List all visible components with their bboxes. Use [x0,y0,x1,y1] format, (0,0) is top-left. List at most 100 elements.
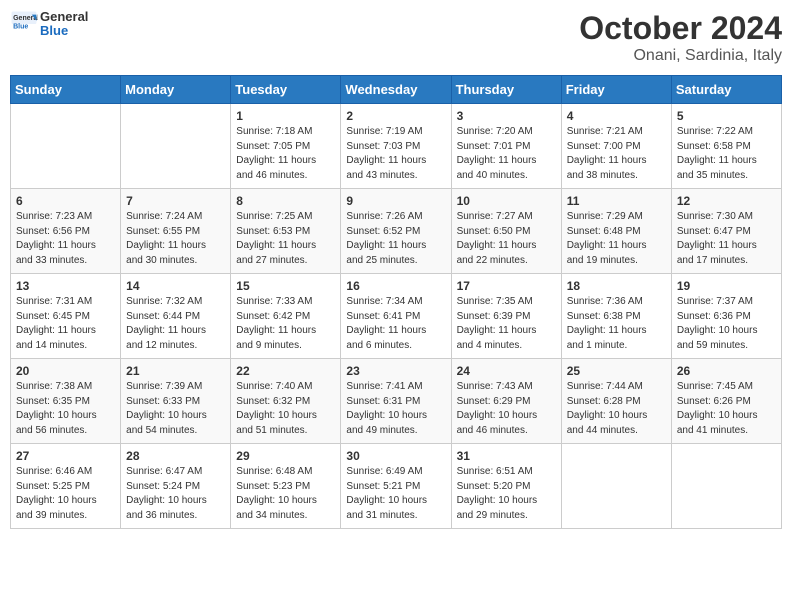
day-number: 31 [457,449,556,463]
day-info: Sunrise: 6:49 AMSunset: 5:21 PMDaylight:… [346,465,445,523]
day-info: Sunrise: 7:36 AMSunset: 6:38 PMDaylight:… [567,295,666,353]
day-number: 9 [346,194,445,208]
day-number: 19 [677,279,776,293]
day-number: 26 [677,364,776,378]
calendar-cell: 19 Sunrise: 7:37 AMSunset: 6:36 PMDayligh… [671,274,781,359]
day-info: Sunrise: 6:48 AMSunset: 5:23 PMDaylight:… [236,465,335,523]
weekday-header: Wednesday [341,76,451,104]
day-number: 24 [457,364,556,378]
day-number: 20 [16,364,115,378]
calendar-body: 1Sunrise: 7:18 AMSunset: 7:05 PMDaylight… [11,104,782,529]
day-info: Sunrise: 7:21 AMSunset: 7:00 PMDaylight:… [567,125,666,183]
day-info: Sunrise: 7:37 AMSunset: 6:36 PMDaylight:… [677,295,776,353]
weekday-header: Tuesday [231,76,341,104]
day-info: Sunrise: 7:34 AMSunset: 6:41 PMDaylight:… [346,295,445,353]
day-number: 29 [236,449,335,463]
day-number: 7 [126,194,225,208]
logo-icon: General Blue [10,10,38,38]
day-info: Sunrise: 7:31 AMSunset: 6:45 PMDaylight:… [16,295,115,353]
calendar-week-row: 13 Sunrise: 7:31 AMSunset: 6:45 PMDayligh… [11,274,782,359]
calendar-header: SundayMondayTuesdayWednesdayThursdayFrid… [11,76,782,104]
calendar-cell [671,444,781,529]
day-info: Sunrise: 7:25 AMSunset: 6:53 PMDaylight:… [236,210,335,268]
title-block: October 2024 Onani, Sardinia, Italy [579,10,782,65]
calendar-cell: 2Sunrise: 7:19 AMSunset: 7:03 PMDaylight… [341,104,451,189]
calendar-cell: 24Sunrise: 7:43 AMSunset: 6:29 PMDayligh… [451,359,561,444]
day-info: Sunrise: 7:45 AMSunset: 6:26 PMDaylight:… [677,380,776,438]
calendar-cell: 17Sunrise: 7:35 AMSunset: 6:39 PMDayligh… [451,274,561,359]
weekday-row: SundayMondayTuesdayWednesdayThursdayFrid… [11,76,782,104]
calendar-cell: 9 Sunrise: 7:26 AMSunset: 6:52 PMDaylight… [341,189,451,274]
calendar-cell: 16 Sunrise: 7:34 AMSunset: 6:41 PMDayligh… [341,274,451,359]
weekday-header: Sunday [11,76,121,104]
day-info: Sunrise: 7:26 AMSunset: 6:52 PMDaylight:… [346,210,445,268]
day-info: Sunrise: 7:35 AMSunset: 6:39 PMDaylight:… [457,295,556,353]
calendar-cell [561,444,671,529]
page-header: General Blue General Blue October 2024 O… [10,10,782,65]
calendar-cell: 23Sunrise: 7:41 AMSunset: 6:31 PMDayligh… [341,359,451,444]
calendar-cell: 20Sunrise: 7:38 AMSunset: 6:35 PMDayligh… [11,359,121,444]
logo-blue: Blue [40,24,88,38]
calendar-cell: 21 Sunrise: 7:39 AMSunset: 6:33 PMDayligh… [121,359,231,444]
logo-text: General Blue [40,10,88,39]
calendar-week-row: 27Sunrise: 6:46 AMSunset: 5:25 PMDayligh… [11,444,782,529]
weekday-header: Saturday [671,76,781,104]
calendar-table: SundayMondayTuesdayWednesdayThursdayFrid… [10,75,782,529]
calendar-cell: 26 Sunrise: 7:45 AMSunset: 6:26 PMDayligh… [671,359,781,444]
calendar-cell: 18 Sunrise: 7:36 AMSunset: 6:38 PMDayligh… [561,274,671,359]
calendar-cell: 29 Sunrise: 6:48 AMSunset: 5:23 PMDayligh… [231,444,341,529]
day-info: Sunrise: 7:27 AMSunset: 6:50 PMDaylight:… [457,210,556,268]
calendar-cell: 14Sunrise: 7:32 AMSunset: 6:44 PMDayligh… [121,274,231,359]
day-info: Sunrise: 7:32 AMSunset: 6:44 PMDaylight:… [126,295,225,353]
calendar-cell: 7Sunrise: 7:24 AMSunset: 6:55 PMDaylight… [121,189,231,274]
calendar-cell: 10 Sunrise: 7:27 AMSunset: 6:50 PMDayligh… [451,189,561,274]
day-info: Sunrise: 7:39 AMSunset: 6:33 PMDaylight:… [126,380,225,438]
calendar-cell [121,104,231,189]
weekday-header: Friday [561,76,671,104]
calendar-cell: 13 Sunrise: 7:31 AMSunset: 6:45 PMDayligh… [11,274,121,359]
day-info: Sunrise: 6:47 AMSunset: 5:24 PMDaylight:… [126,465,225,523]
page-title: October 2024 [579,10,782,47]
day-info: Sunrise: 7:40 AMSunset: 6:32 PMDaylight:… [236,380,335,438]
day-number: 4 [567,109,666,123]
calendar-cell: 25Sunrise: 7:44 AMSunset: 6:28 PMDayligh… [561,359,671,444]
day-number: 6 [16,194,115,208]
calendar-week-row: 6 Sunrise: 7:23 AMSunset: 6:56 PMDaylight… [11,189,782,274]
day-number: 25 [567,364,666,378]
day-number: 12 [677,194,776,208]
day-number: 2 [346,109,445,123]
calendar-cell [11,104,121,189]
calendar-cell: 6 Sunrise: 7:23 AMSunset: 6:56 PMDaylight… [11,189,121,274]
day-info: Sunrise: 7:23 AMSunset: 6:56 PMDaylight:… [16,210,115,268]
calendar-cell: 22 Sunrise: 7:40 AMSunset: 6:32 PMDayligh… [231,359,341,444]
day-number: 21 [126,364,225,378]
day-info: Sunrise: 7:22 AMSunset: 6:58 PMDaylight:… [677,125,776,183]
day-number: 10 [457,194,556,208]
calendar-cell: 31 Sunrise: 6:51 AMSunset: 5:20 PMDayligh… [451,444,561,529]
day-number: 15 [236,279,335,293]
day-number: 22 [236,364,335,378]
day-number: 16 [346,279,445,293]
day-info: Sunrise: 7:41 AMSunset: 6:31 PMDaylight:… [346,380,445,438]
day-number: 13 [16,279,115,293]
day-number: 28 [126,449,225,463]
calendar-cell: 11Sunrise: 7:29 AMSunset: 6:48 PMDayligh… [561,189,671,274]
calendar-cell: 8 Sunrise: 7:25 AMSunset: 6:53 PMDaylight… [231,189,341,274]
svg-text:Blue: Blue [13,24,28,31]
day-info: Sunrise: 7:20 AMSunset: 7:01 PMDaylight:… [457,125,556,183]
day-number: 3 [457,109,556,123]
day-number: 5 [677,109,776,123]
day-number: 8 [236,194,335,208]
calendar-week-row: 20Sunrise: 7:38 AMSunset: 6:35 PMDayligh… [11,359,782,444]
day-info: Sunrise: 6:51 AMSunset: 5:20 PMDaylight:… [457,465,556,523]
calendar-cell: 30 Sunrise: 6:49 AMSunset: 5:21 PMDayligh… [341,444,451,529]
day-number: 30 [346,449,445,463]
calendar-cell: 5 Sunrise: 7:22 AMSunset: 6:58 PMDaylight… [671,104,781,189]
day-info: Sunrise: 7:33 AMSunset: 6:42 PMDaylight:… [236,295,335,353]
day-number: 18 [567,279,666,293]
calendar-week-row: 1Sunrise: 7:18 AMSunset: 7:05 PMDaylight… [11,104,782,189]
page-subtitle: Onani, Sardinia, Italy [579,47,782,65]
calendar-cell: 27Sunrise: 6:46 AMSunset: 5:25 PMDayligh… [11,444,121,529]
calendar-cell: 1Sunrise: 7:18 AMSunset: 7:05 PMDaylight… [231,104,341,189]
calendar-cell: 3 Sunrise: 7:20 AMSunset: 7:01 PMDaylight… [451,104,561,189]
